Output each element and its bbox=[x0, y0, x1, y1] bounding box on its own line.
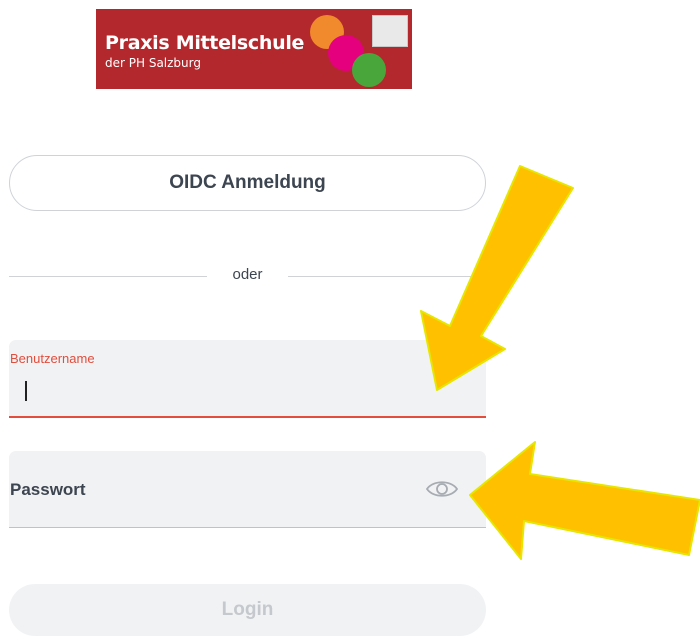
text-cursor bbox=[25, 381, 27, 401]
logo-emblem bbox=[372, 15, 408, 47]
logo-title: Praxis Mittelschule bbox=[105, 32, 305, 54]
school-logo: Praxis Mittelschule der PH Salzburg bbox=[96, 9, 412, 89]
oidc-login-button[interactable]: OIDC Anmeldung bbox=[9, 155, 486, 211]
username-label: Benutzername bbox=[10, 351, 95, 366]
eye-icon[interactable] bbox=[425, 478, 459, 500]
username-input[interactable] bbox=[10, 378, 474, 406]
logo-subtitle: der PH Salzburg bbox=[105, 56, 201, 70]
divider-line-right bbox=[288, 276, 486, 277]
login-button[interactable]: Login bbox=[9, 584, 486, 636]
username-field[interactable]: Benutzername bbox=[9, 340, 486, 418]
arrow-left-shape bbox=[469, 441, 700, 560]
logo-green-circle bbox=[352, 53, 386, 87]
password-input[interactable] bbox=[10, 477, 414, 505]
password-field[interactable]: Passwort bbox=[9, 451, 486, 528]
annotation-arrows bbox=[420, 165, 700, 560]
divider-text: oder bbox=[232, 266, 263, 283]
divider-line-left bbox=[9, 276, 207, 277]
